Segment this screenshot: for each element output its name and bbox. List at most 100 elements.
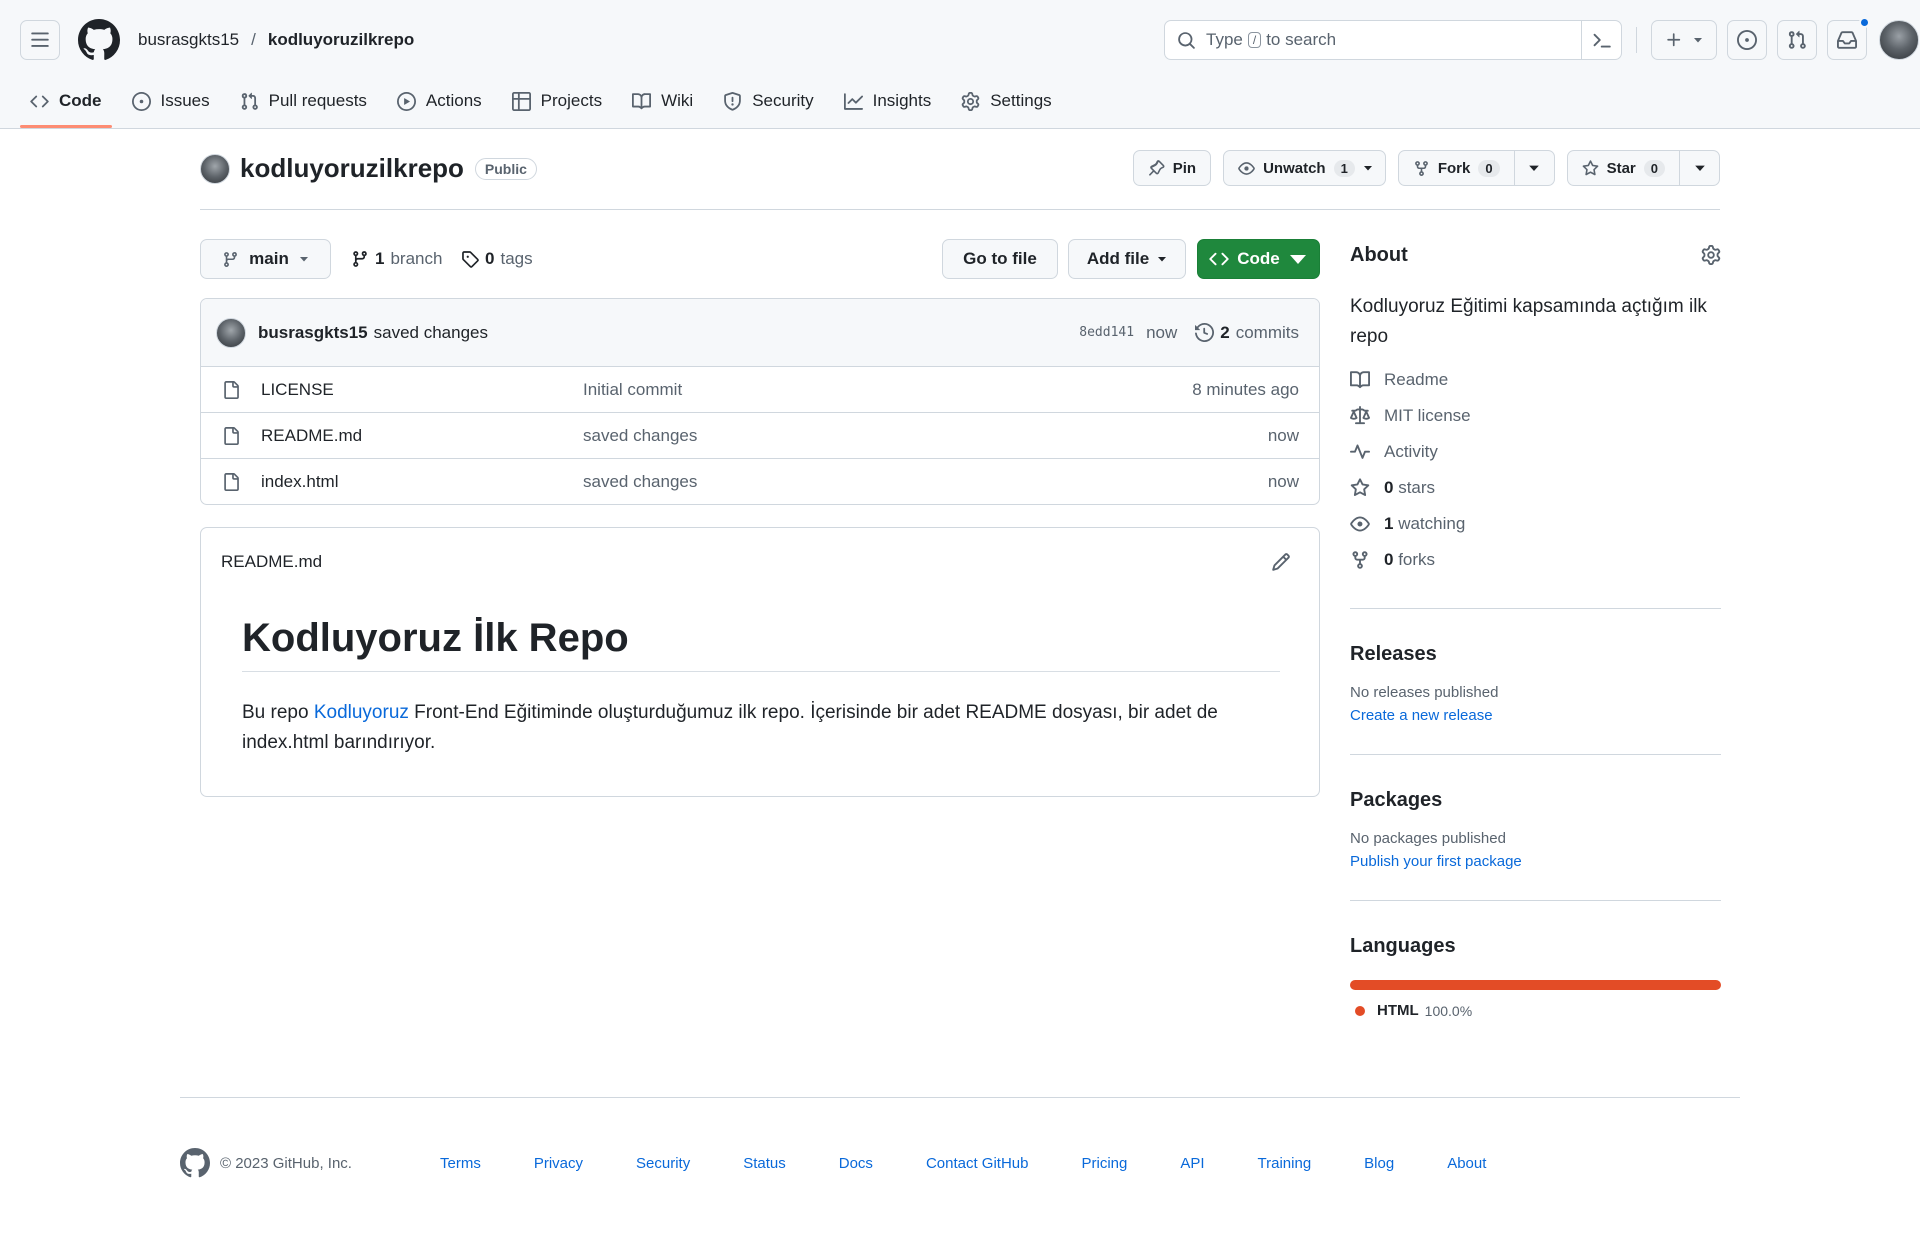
tab-projects[interactable]: Projects (502, 80, 612, 122)
tab-settings[interactable]: Settings (951, 80, 1061, 122)
tab-label: Projects (540, 91, 603, 110)
fork-count: 0 (1478, 159, 1500, 177)
add-file-button[interactable]: Add file (1068, 239, 1186, 279)
language-color-dot (1355, 1005, 1365, 1016)
packages-title[interactable]: Packages (1350, 789, 1721, 812)
branch-select-button[interactable]: main (200, 239, 331, 279)
footer-link-terms[interactable]: Terms (440, 1155, 481, 1172)
footer-link-pricing[interactable]: Pricing (1081, 1155, 1127, 1172)
tab-security[interactable]: Security (713, 80, 823, 122)
readme-filename[interactable]: README.md (221, 552, 322, 572)
footer-link-blog[interactable]: Blog (1364, 1155, 1394, 1172)
pencil-icon[interactable] (1271, 552, 1291, 572)
tab-insights[interactable]: Insights (834, 80, 942, 122)
footer-link-docs[interactable]: Docs (839, 1155, 873, 1172)
repo-actions: Pin Unwatch 1 Fork 0 Star 0 (1132, 150, 1720, 186)
tab-code[interactable]: Code (20, 80, 112, 128)
inbox-icon (1837, 30, 1857, 50)
gear-icon[interactable] (1701, 245, 1721, 265)
footer-link-status[interactable]: Status (743, 1155, 786, 1172)
repo-forked-icon (1350, 550, 1370, 570)
pin-button[interactable]: Pin (1132, 150, 1212, 186)
file-commit-message[interactable]: saved changes (583, 472, 697, 492)
tag-count: 0 (485, 249, 495, 268)
file-row[interactable]: index.html saved changes now (201, 459, 1319, 504)
forks-link[interactable]: 0 forks (1350, 542, 1721, 578)
github-logo-icon[interactable] (78, 19, 120, 61)
stars-link[interactable]: 0 stars (1350, 470, 1721, 506)
commit-meta: 8edd141 now 2 commits (1079, 323, 1299, 343)
license-link[interactable]: MIT license (1350, 398, 1721, 434)
watchers-link[interactable]: 1 watching (1350, 506, 1721, 542)
commit-author[interactable]: busrasgkts15 (258, 323, 368, 343)
search-input[interactable]: Type / to search (1164, 20, 1622, 60)
footer-link-contact[interactable]: Contact GitHub (926, 1155, 1029, 1172)
file-commit-message[interactable]: Initial commit (583, 380, 682, 400)
create-new-button[interactable] (1651, 20, 1717, 60)
create-release-link[interactable]: Create a new release (1350, 707, 1721, 724)
star-button[interactable]: Star 0 (1566, 150, 1720, 186)
file-commit-message[interactable]: saved changes (583, 426, 697, 446)
fork-button[interactable]: Fork 0 (1397, 150, 1555, 186)
tab-issues[interactable]: Issues (122, 80, 220, 122)
file-row[interactable]: README.md saved changes now (201, 413, 1319, 459)
footer-link-api[interactable]: API (1180, 1155, 1204, 1172)
tab-pull-requests[interactable]: Pull requests (230, 80, 377, 122)
watching-count: 1 (1384, 514, 1394, 533)
github-logo-icon[interactable] (180, 1148, 210, 1178)
activity-link[interactable]: Activity (1350, 434, 1721, 470)
tab-wiki[interactable]: Wiki (622, 80, 703, 122)
tab-actions[interactable]: Actions (387, 80, 492, 122)
unwatch-button[interactable]: Unwatch 1 (1223, 150, 1386, 186)
footer: © 2023 GitHub, Inc. Terms Privacy Securi… (180, 1148, 1486, 1178)
footer-link-security[interactable]: Security (636, 1155, 690, 1172)
git-branch-icon (351, 250, 369, 268)
commit-message[interactable]: saved changes (374, 323, 488, 343)
language-item[interactable]: HTML 100.0% (1355, 1002, 1721, 1019)
git-branch-icon (222, 251, 239, 268)
readme-link[interactable]: Readme (1350, 362, 1721, 398)
file-name[interactable]: LICENSE (261, 380, 334, 400)
publish-package-link[interactable]: Publish your first package (1350, 853, 1721, 870)
breadcrumb-separator: / (251, 30, 256, 49)
star-dropdown-button[interactable] (1679, 151, 1719, 185)
breadcrumb-owner[interactable]: busrasgkts15 (138, 30, 239, 50)
readme-link[interactable]: Kodluyoruz (314, 702, 409, 723)
code-button[interactable]: Code (1197, 239, 1320, 279)
file-name[interactable]: index.html (261, 472, 338, 492)
go-to-file-button[interactable]: Go to file (942, 239, 1058, 279)
code-icon (1209, 249, 1229, 269)
footer-link-about[interactable]: About (1447, 1155, 1486, 1172)
file-age: 8 minutes ago (1192, 379, 1299, 399)
releases-title[interactable]: Releases (1350, 643, 1721, 666)
breadcrumb-repo[interactable]: kodluyoruzilkrepo (268, 30, 414, 50)
file-icon (222, 380, 240, 400)
commit-author-avatar[interactable] (216, 317, 246, 348)
file-name[interactable]: README.md (261, 426, 362, 446)
fork-dropdown-button[interactable] (1513, 151, 1554, 185)
pull-requests-button[interactable] (1777, 20, 1817, 60)
watch-count: 1 (1333, 159, 1355, 177)
branches-link[interactable]: 1 branch (351, 239, 442, 279)
footer-link-privacy[interactable]: Privacy (534, 1155, 583, 1172)
command-palette-button[interactable] (1581, 21, 1621, 59)
repo-name[interactable]: kodluyoruzilkrepo (240, 153, 464, 184)
owner-avatar[interactable] (200, 153, 230, 184)
footer-link-training[interactable]: Training (1258, 1155, 1312, 1172)
search-placeholder-suffix: to search (1266, 30, 1337, 49)
about-item-label: stars (1398, 478, 1436, 497)
issues-button[interactable] (1727, 20, 1767, 60)
command-palette-icon (1592, 30, 1612, 50)
branch-count: 1 (375, 249, 385, 268)
file-row[interactable]: LICENSE Initial commit 8 minutes ago (201, 367, 1319, 413)
tags-link[interactable]: 0 tags (461, 239, 533, 279)
readme-heading: Kodluyoruz İlk Repo (242, 616, 1280, 672)
about-header: About (1350, 240, 1721, 270)
languages-section: Languages HTML 100.0% (1350, 901, 1721, 1049)
about-item-label: Activity (1384, 442, 1438, 461)
menu-button[interactable] (20, 20, 60, 60)
commit-sha[interactable]: 8edd141 (1079, 325, 1134, 340)
commits-history-link[interactable]: 2 commits (1195, 323, 1299, 343)
star-label: Star (1606, 159, 1636, 177)
user-avatar[interactable] (1879, 20, 1919, 60)
